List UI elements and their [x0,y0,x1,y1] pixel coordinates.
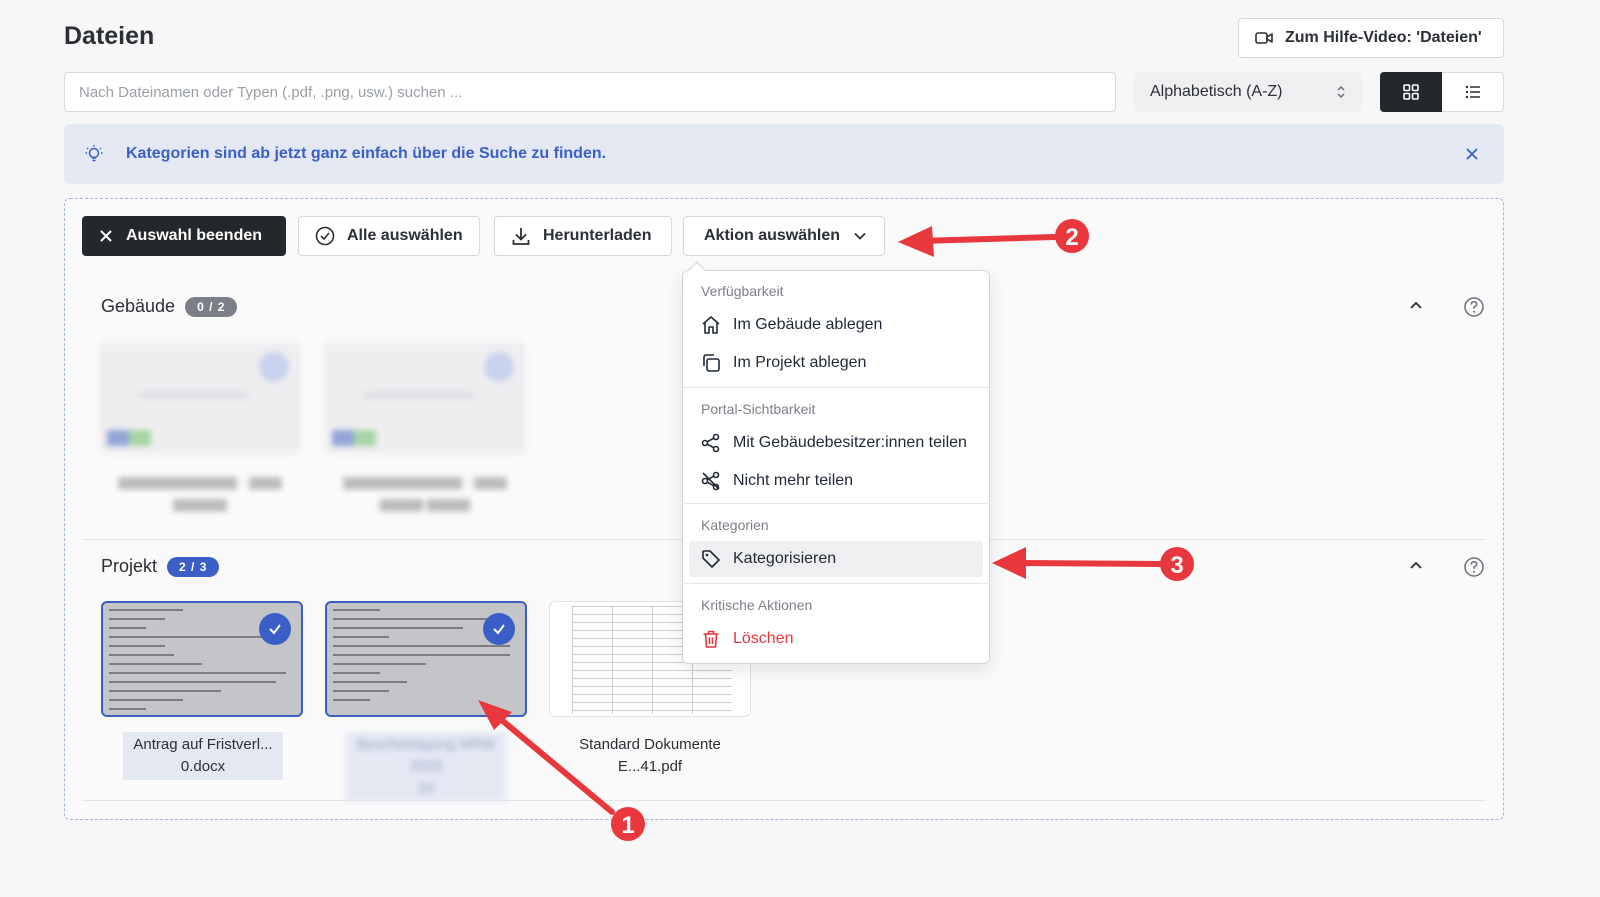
section-building-title: Gebäude 0 / 2 [101,296,238,317]
menu-item-label: Kategorisieren [733,550,837,567]
blurred-file-card[interactable] [99,342,301,454]
copy-icon [703,354,720,372]
help-video-button[interactable]: Zum Hilfe-Video: 'Dateien' [1238,18,1504,58]
chevron-up-icon[interactable] [1408,298,1424,314]
info-banner-text: Kategorien sind ab jetzt ganz einfach üb… [126,145,607,162]
menu-item-label: Im Gebäude ablegen [733,316,883,333]
menu-group-categories: Kategorien [701,517,769,533]
share-icon [701,433,720,453]
unshare-icon [701,471,720,491]
file-name-line: Standard Dokumente [579,736,721,753]
file-name-line: 0.docx [180,758,226,775]
file-name-line: E...41.pdf [617,758,683,775]
menu-divider [683,387,989,388]
selected-check-icon[interactable] [259,613,291,645]
trash-icon [703,630,719,648]
grid-view-button[interactable] [1380,72,1442,112]
section-building-label: Gebäude [101,296,176,316]
video-camera-icon [1255,32,1273,44]
menu-item-categorize[interactable]: Kategorisieren [689,541,983,577]
section-building-count: 0 / 2 [185,296,238,317]
download-icon [512,228,530,245]
chevron-up-down-icon [1337,85,1345,99]
home-icon [702,316,720,334]
menu-item-label: Mit Gebäudebesitzer:innen teilen [733,434,967,451]
tag-icon [702,550,720,568]
page-title: Dateien [64,22,155,50]
check-circle-icon [315,226,335,246]
grid-icon [1403,84,1419,100]
help-circle-icon[interactable] [1463,556,1485,578]
chevron-down-icon [854,232,866,240]
select-all-label: Alle auswählen [347,227,463,244]
help-video-label: Zum Hilfe-Video: 'Dateien' [1285,29,1482,46]
blurred-file-name: ▆▆▆▆▆▆▆▆▆▆▆ - ▆▆▆ ▆▆▆▆▆ [118,473,282,511]
end-selection-button[interactable]: Auswahl beenden [82,216,286,256]
list-view-button[interactable] [1442,72,1504,112]
action-dropdown-button[interactable]: Aktion auswählen [683,216,885,256]
blurred-file-card[interactable] [324,342,526,454]
menu-item-label: Löschen [733,630,794,647]
select-all-button[interactable]: Alle auswählen [298,216,480,256]
download-label: Herunterladen [543,227,652,244]
blurred-file-name: ▆▆▆▆▆▆▆▆▆▆▆ - ▆▆▆ ▆▆▆▆ ▆▆▆▆ [343,473,507,511]
info-banner: Kategorien sind ab jetzt ganz einfach üb… [64,124,1504,184]
menu-item-share-with-owners[interactable]: Mit Gebäudebesitzer:innen teilen [689,425,983,461]
menu-group-portal-visibility: Portal-Sichtbarkeit [701,401,816,417]
file-card-selected[interactable] [101,601,303,717]
help-circle-icon[interactable] [1463,296,1485,318]
action-dropdown-menu: Verfügbarkeit Im Gebäude ablegen Im Proj… [682,261,990,664]
menu-item-label: Nicht mehr teilen [733,472,854,489]
file-name-line: Bescheinigung NRW 2025 [356,736,496,775]
search-input[interactable] [64,72,1116,112]
file-name-line: Antrag auf Fristverl... [133,736,273,753]
download-button[interactable]: Herunterladen [494,216,672,256]
sort-selected-value: Alphabetisch (A-Z) [1150,83,1283,100]
section-project-title: Projekt 2 / 3 [101,556,220,577]
menu-item-label: Im Projekt ablegen [733,354,867,371]
menu-divider [683,583,989,584]
action-dropdown-label: Aktion auswählen [704,227,841,244]
file-name: Bescheinigung NRW 2025 20 [346,732,506,802]
menu-item-store-in-building[interactable]: Im Gebäude ablegen [689,307,983,343]
file-name-line: 20 [417,780,435,797]
menu-divider [683,503,989,504]
menu-group-critical-actions: Kritische Aktionen [701,597,813,613]
menu-item-delete[interactable]: Löschen [689,621,983,657]
section-project-count: 2 / 3 [167,556,220,577]
menu-item-store-in-project[interactable]: Im Projekt ablegen [689,345,983,381]
file-card-selected[interactable] [325,601,527,717]
section-project-label: Projekt [101,556,158,576]
end-selection-label: Auswahl beenden [126,227,263,244]
lightbulb-icon [85,145,103,162]
menu-group-availability: Verfügbarkeit [701,283,784,299]
section-divider [82,800,1486,801]
chevron-up-icon[interactable] [1408,558,1424,574]
sort-select[interactable]: Alphabetisch (A-Z) [1134,72,1362,112]
file-name: Antrag auf Fristverl... 0.docx [123,732,283,780]
close-icon[interactable] [1460,142,1484,166]
file-name: Standard Dokumente E...41.pdf [570,732,730,780]
close-icon [100,230,112,242]
list-icon [1465,85,1480,99]
menu-item-stop-sharing[interactable]: Nicht mehr teilen [689,463,983,499]
selected-check-icon[interactable] [483,613,515,645]
